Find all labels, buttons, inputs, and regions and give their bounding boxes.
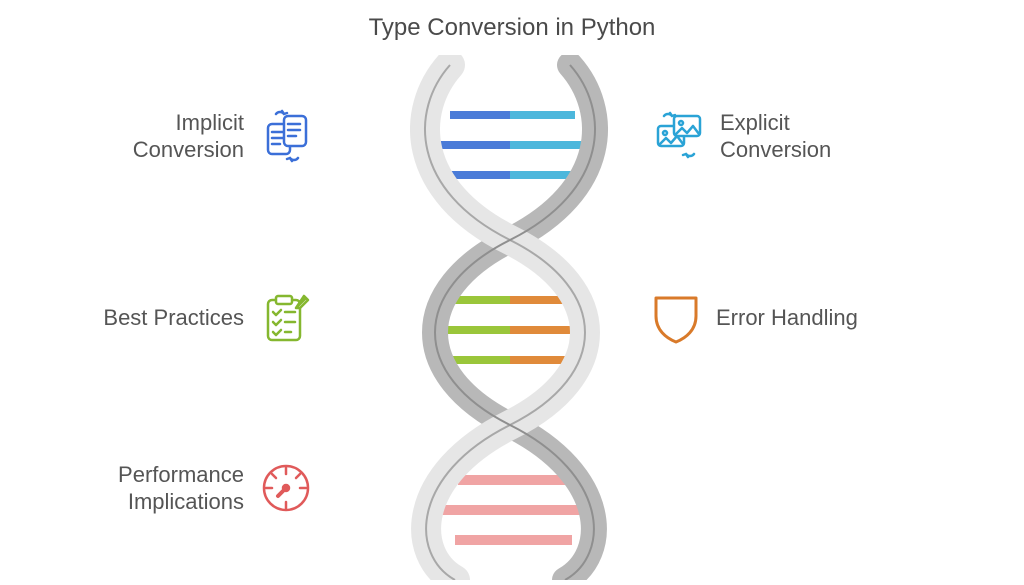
item-label: Implicit Conversion xyxy=(133,109,244,164)
gauge-icon xyxy=(258,460,314,516)
item-label: Performance Implications xyxy=(118,461,244,516)
item-error-handling: Error Handling xyxy=(650,290,858,346)
item-explicit-conversion: Explicit Conversion xyxy=(650,108,831,164)
dna-helix-graphic xyxy=(410,55,610,580)
clipboard-checklist-icon xyxy=(258,290,314,346)
page-title: Type Conversion in Python xyxy=(0,14,1024,42)
item-performance-implications: Performance Implications xyxy=(118,460,314,516)
item-label: Error Handling xyxy=(716,304,858,332)
item-label: Explicit Conversion xyxy=(720,109,831,164)
shield-icon xyxy=(650,290,702,346)
item-implicit-conversion: Implicit Conversion xyxy=(133,108,314,164)
document-sync-icon xyxy=(258,108,314,164)
item-best-practices: Best Practices xyxy=(103,290,314,346)
image-sync-icon xyxy=(650,108,706,164)
item-label: Best Practices xyxy=(103,304,244,332)
